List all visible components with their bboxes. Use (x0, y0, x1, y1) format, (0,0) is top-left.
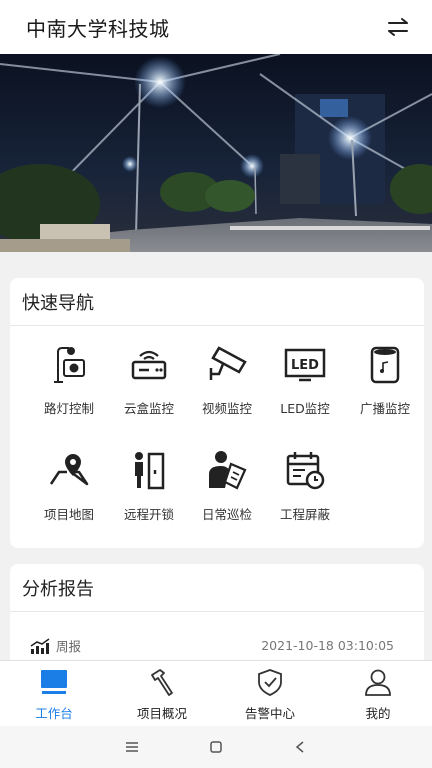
tab-project-overview[interactable]: 项目概况 (108, 661, 216, 726)
nav-item-label: 视频监控 (201, 401, 252, 416)
nav-item-remote-unlock[interactable]: 远程开锁 (108, 448, 190, 523)
nav-item-engineering-shield[interactable]: 工程屏蔽 (264, 448, 346, 523)
nav-item-label: 路灯控制 (43, 401, 94, 416)
report-row[interactable]: 周报 2021-10-18 03:10:05 (30, 636, 394, 655)
tab-label: 项目概况 (136, 706, 187, 721)
chart-trend-icon (30, 637, 50, 654)
quick-nav-card: 快速导航 路灯控制 云盒监控 视频监控 LED LED监控 广播监控 项目地图 … (10, 278, 424, 548)
report-label: 周报 (56, 639, 82, 654)
nav-item-video[interactable]: 视频监控 (186, 342, 268, 417)
svg-text:LED: LED (291, 358, 319, 373)
nav-item-patrol[interactable]: 日常巡检 (186, 448, 268, 523)
switch-icon[interactable] (386, 17, 410, 37)
page-title: 中南大学科技城 (26, 16, 170, 41)
monitor-icon (41, 670, 67, 694)
report-date: 2021-10-18 03:10:05 (261, 638, 394, 653)
user-icon (365, 669, 391, 696)
nav-item-label: 项目地图 (43, 507, 94, 522)
inspection-icon (209, 451, 247, 490)
app-header: 中南大学科技城 (0, 0, 432, 54)
nav-item-label: 广播监控 (359, 401, 410, 416)
system-nav-bar (0, 726, 432, 768)
tab-label: 我的 (365, 706, 391, 721)
speaker-icon (370, 346, 400, 384)
banner-image (0, 54, 432, 252)
hammer-icon (151, 669, 173, 696)
cctv-camera-icon (209, 346, 247, 380)
quick-nav-title: 快速导航 (10, 278, 424, 326)
home-icon[interactable] (204, 735, 228, 759)
nav-item-broadcast[interactable]: 广播监控 (344, 342, 426, 417)
report-title: 分析报告 (10, 564, 424, 612)
router-icon (131, 350, 167, 380)
nav-item-label: 工程屏蔽 (279, 507, 330, 522)
tab-alarm-center[interactable]: 告警中心 (216, 661, 324, 726)
streetlight-icon (54, 347, 85, 383)
back-icon[interactable] (288, 735, 312, 759)
tab-mine[interactable]: 我的 (324, 661, 432, 726)
door-unlock-icon (135, 452, 165, 490)
nav-item-label: 远程开锁 (123, 507, 174, 522)
nav-item-cloud-box[interactable]: 云盒监控 (108, 342, 190, 417)
nav-item-label: 云盒监控 (123, 401, 174, 416)
shield-check-icon (258, 669, 282, 696)
calendar-clock-icon (286, 452, 325, 490)
tab-workbench[interactable]: 工作台 (0, 661, 108, 726)
led-icon: LED (284, 348, 326, 382)
tab-bar: 工作台 项目概况 告警中心 我的 (0, 660, 432, 726)
nav-item-label: LED监控 (280, 401, 330, 416)
map-pin-icon (49, 454, 89, 486)
tab-label: 工作台 (35, 706, 73, 721)
nav-item-map[interactable]: 项目地图 (28, 448, 110, 523)
nav-item-label: 日常巡检 (201, 507, 252, 522)
tab-label: 告警中心 (244, 706, 295, 721)
nav-item-led[interactable]: LED LED监控 (264, 342, 346, 417)
nav-item-streetlight[interactable]: 路灯控制 (28, 342, 110, 417)
menu-icon[interactable] (120, 735, 144, 759)
